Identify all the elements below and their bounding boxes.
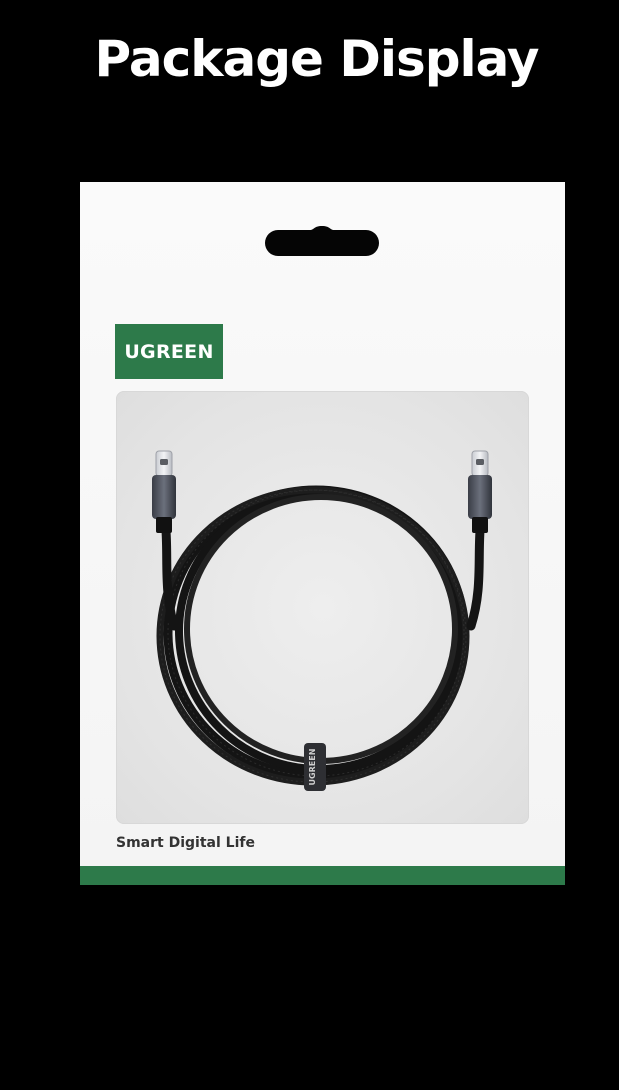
hang-slot-icon <box>265 226 379 256</box>
usb-c-cable-image: UGREEN <box>152 450 492 791</box>
usb-c-connector-icon <box>468 450 492 533</box>
product-window: UGREEN <box>116 391 529 824</box>
page-title: Package Display <box>94 30 540 88</box>
brand-stripe <box>80 866 565 885</box>
usb-c-connector-icon <box>152 450 176 533</box>
package-card: UGREEN UGREEN Smart Digital Life <box>80 182 565 885</box>
cable-band-label: UGREEN <box>308 749 317 786</box>
cable-band: UGREEN <box>304 743 326 791</box>
brand-logo: UGREEN <box>115 324 223 379</box>
tagline: Smart Digital Life <box>116 835 255 851</box>
